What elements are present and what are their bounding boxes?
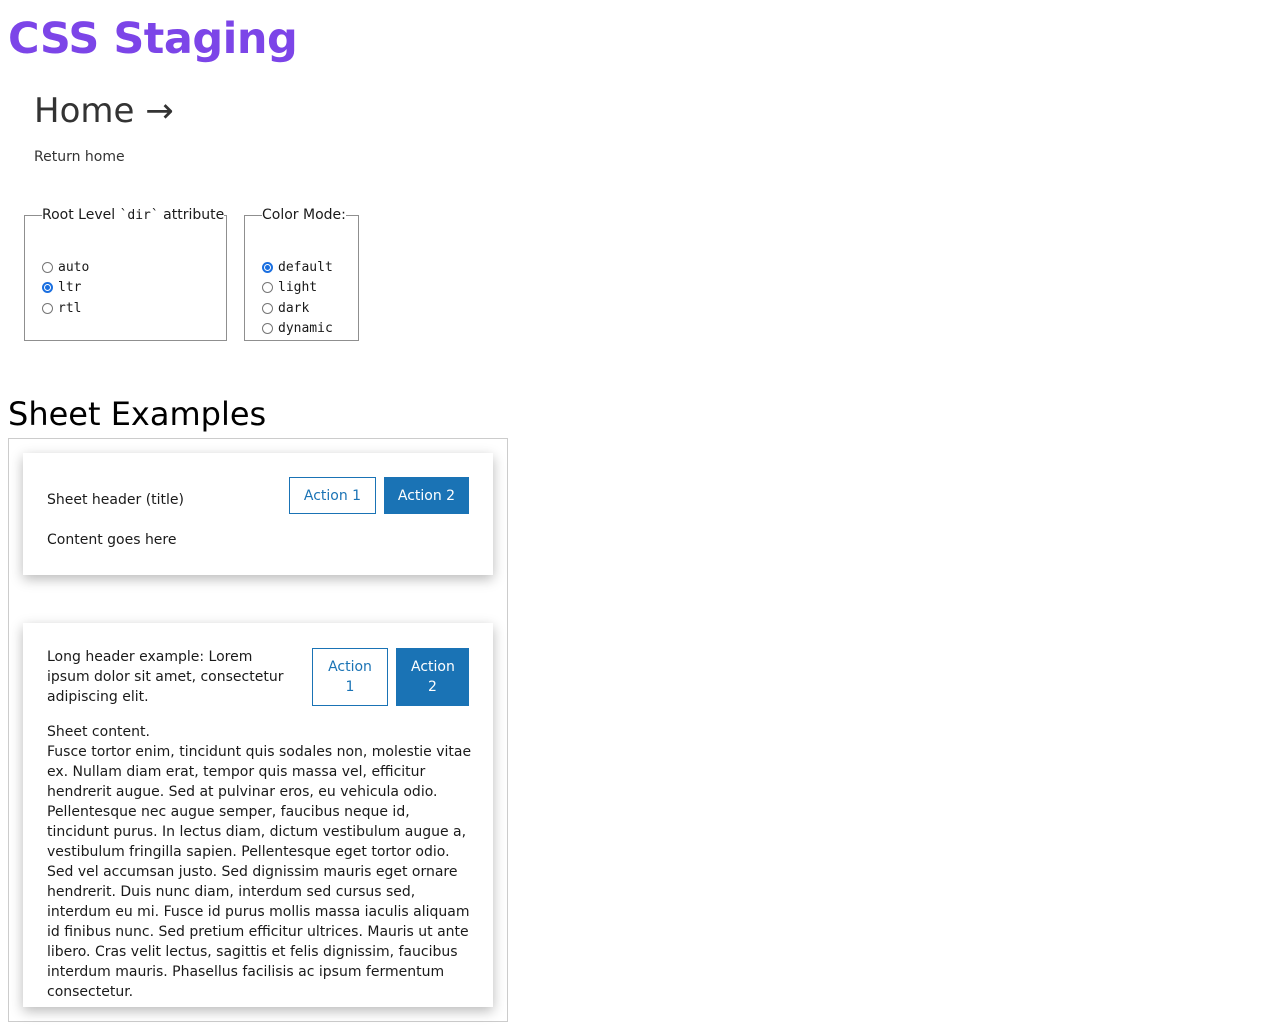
radio-button[interactable] xyxy=(42,261,53,273)
dir-fieldset-legend: Root Level `dir` attribute xyxy=(42,207,224,223)
radio-button-selected[interactable] xyxy=(262,261,273,273)
return-home-link[interactable]: Return home xyxy=(34,147,125,167)
color-mode-fieldset: Color Mode: default light dark dynamic xyxy=(244,207,359,341)
dir-legend-suffix: attribute xyxy=(158,207,225,223)
radio-button-selected[interactable] xyxy=(42,282,53,294)
action-1-button[interactable]: Action 1 xyxy=(312,648,388,706)
sheet-title: Long header example: Lorem ipsum dolor s… xyxy=(47,649,284,705)
radio-label: light xyxy=(278,280,318,296)
radio-label: dark xyxy=(278,300,310,316)
color-mode-legend: Color Mode: xyxy=(262,207,346,223)
sheet-content: Sheet content. Fusce tortor enim, tincid… xyxy=(47,722,473,1002)
site-title: CSS Staging xyxy=(8,14,298,64)
radio-button[interactable] xyxy=(262,302,273,314)
sheet-card: Sheet header (title) Action 1 Action 2 C… xyxy=(23,453,493,575)
radio-label: default xyxy=(278,259,333,275)
sheet-content: Content goes here xyxy=(47,532,177,548)
radio-option-light[interactable]: light xyxy=(262,278,333,299)
radio-button[interactable] xyxy=(42,302,53,314)
radio-option-ltr[interactable]: ltr xyxy=(42,278,89,299)
action-2-button[interactable]: Action 2 xyxy=(384,477,469,514)
radio-label: dynamic xyxy=(278,321,333,337)
home-heading: Home → xyxy=(34,91,174,131)
color-radio-list: default light dark dynamic xyxy=(262,257,333,339)
dir-attribute-fieldset: Root Level `dir` attribute auto ltr rtl xyxy=(24,207,227,341)
radio-option-rtl[interactable]: rtl xyxy=(42,298,89,319)
radio-label: rtl xyxy=(58,300,82,316)
sheet-title: Sheet header (title) xyxy=(47,492,184,508)
action-2-button[interactable]: Action 2 xyxy=(396,648,469,706)
action-1-button[interactable]: Action 1 xyxy=(289,477,376,514)
radio-option-dark[interactable]: dark xyxy=(262,298,333,319)
radio-option-auto[interactable]: auto xyxy=(42,257,89,278)
radio-option-default[interactable]: default xyxy=(262,257,333,278)
sheet-content-body: Fusce tortor enim, tincidunt quis sodale… xyxy=(47,744,472,1000)
sheet-card-long: Long header example: Lorem ipsum dolor s… xyxy=(23,623,493,1007)
sheet-content-heading: Sheet content. xyxy=(47,724,150,740)
dir-legend-prefix: Root Level xyxy=(42,207,120,223)
radio-option-dynamic[interactable]: dynamic xyxy=(262,319,333,340)
radio-button[interactable] xyxy=(262,282,273,294)
radio-label: auto xyxy=(58,259,90,275)
dir-radio-list: auto ltr rtl xyxy=(42,257,89,319)
sheet-examples-container: Sheet header (title) Action 1 Action 2 C… xyxy=(8,438,508,1022)
radio-button[interactable] xyxy=(262,323,273,335)
sheet-examples-heading: Sheet Examples xyxy=(8,395,267,433)
radio-label: ltr xyxy=(58,280,82,296)
dir-legend-code: `dir` xyxy=(119,208,159,223)
